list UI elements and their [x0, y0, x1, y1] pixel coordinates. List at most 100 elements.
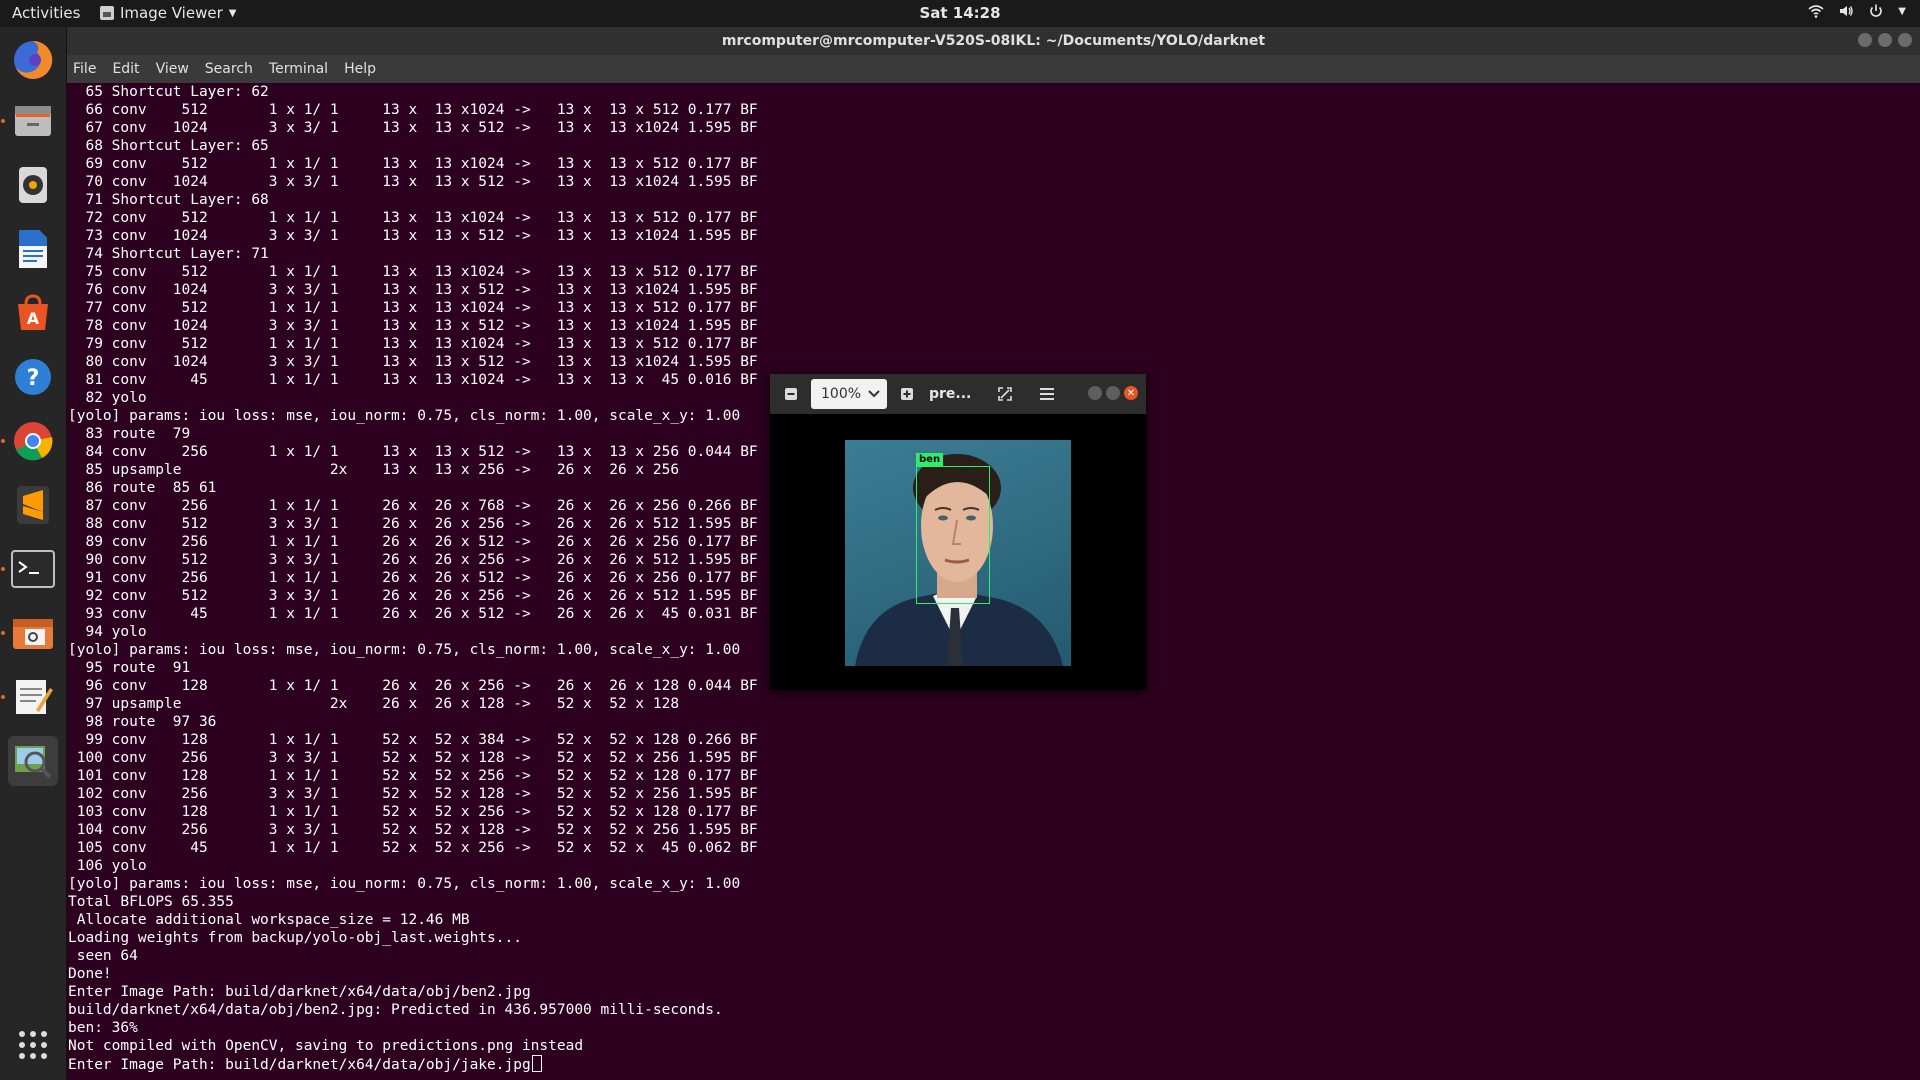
terminal-line: 99 conv 128 1 x 1/ 1 52 x 52 x 384 -> 52…	[68, 731, 1920, 749]
terminal-line-text: Done!	[68, 966, 112, 982]
zoom-out-button[interactable]	[779, 382, 803, 406]
dock-firefox[interactable]	[8, 35, 58, 85]
terminal-line: Enter Image Path: build/darknet/x64/data…	[68, 1055, 1920, 1073]
dock-software[interactable]: A	[8, 288, 58, 338]
terminal-line: 104 conv 256 3 x 3/ 1 52 x 52 x 128 -> 5…	[68, 821, 1920, 839]
terminal-line-text: 66 conv 512 1 x 1/ 1 13 x 13 x1024 -> 13…	[68, 102, 758, 118]
dock-archive[interactable]	[1, 608, 58, 658]
terminal-line: Total BFLOPS 65.355	[68, 893, 1920, 911]
fullscreen-button[interactable]	[993, 382, 1017, 406]
terminal-line: 103 conv 128 1 x 1/ 1 52 x 52 x 256 -> 5…	[68, 803, 1920, 821]
menu-terminal[interactable]: Terminal	[269, 55, 328, 83]
dropdown-arrow-icon: ▼	[228, 7, 237, 19]
terminal-line: 105 conv 45 1 x 1/ 1 52 x 52 x 256 -> 52…	[68, 839, 1920, 857]
terminal-line-text: 76 conv 1024 3 x 3/ 1 13 x 13 x 512 -> 1…	[68, 282, 758, 298]
terminal-titlebar[interactable]: mrcomputer@mrcomputer-V520S-08IKL: ~/Doc…	[67, 27, 1920, 55]
wifi-icon	[1808, 5, 1824, 18]
viewer-window-controls: ✕	[1088, 386, 1138, 400]
terminal-line-text: 93 conv 45 1 x 1/ 1 26 x 26 x 512 -> 26 …	[68, 606, 758, 622]
zoom-select[interactable]: 100%	[811, 379, 887, 409]
dock-help[interactable]: ?	[8, 352, 58, 402]
terminal-line-text: build/darknet/x64/data/obj/ben2.jpg: Pre…	[68, 1002, 723, 1018]
menu-help[interactable]: Help	[344, 55, 376, 83]
activities-button[interactable]: Activities	[12, 4, 80, 22]
terminal-line-text: Enter Image Path: build/darknet/x64/data…	[68, 984, 531, 1000]
terminal-line: build/darknet/x64/data/obj/ben2.jpg: Pre…	[68, 1001, 1920, 1019]
terminal-line-text: ben: 36%	[68, 1020, 138, 1036]
viewer-minimize-button[interactable]	[1088, 386, 1102, 400]
dock-sublime[interactable]	[8, 480, 58, 530]
terminal-line: 67 conv 1024 3 x 3/ 1 13 x 13 x 512 -> 1…	[68, 119, 1920, 137]
dock-terminal[interactable]	[1, 544, 58, 594]
dock-writer[interactable]	[8, 224, 58, 274]
clock[interactable]: Sat 14:28	[919, 4, 1000, 22]
maximize-button[interactable]	[1878, 33, 1892, 47]
prediction-image: ben	[845, 440, 1071, 666]
running-indicator	[1, 119, 5, 123]
minimize-button[interactable]	[1858, 33, 1872, 47]
volume-icon	[1840, 6, 1853, 16]
software-icon: A	[18, 294, 48, 330]
app-grid-icon	[19, 1031, 47, 1059]
viewer-maximize-button[interactable]	[1106, 386, 1120, 400]
app-menu-label: Image Viewer	[120, 4, 223, 22]
terminal-line: 97 upsample 2x 26 x 26 x 128 -> 52 x 52 …	[68, 695, 1920, 713]
menu-button[interactable]	[1035, 382, 1059, 406]
zoom-out-icon	[785, 388, 797, 400]
terminal-line-text: seen 64	[68, 948, 138, 964]
app-menu[interactable]: Image Viewer ▼	[100, 4, 236, 22]
terminal-line: 101 conv 128 1 x 1/ 1 52 x 52 x 256 -> 5…	[68, 767, 1920, 785]
terminal-line-text: 86 route 85 61	[68, 480, 217, 496]
terminal-line: 71 Shortcut Layer: 68	[68, 191, 1920, 209]
terminal-line-text: 72 conv 512 1 x 1/ 1 13 x 13 x1024 -> 13…	[68, 210, 758, 226]
dock-files[interactable]	[1, 96, 58, 146]
svg-text:A: A	[27, 309, 40, 328]
terminal-line-text: 80 conv 1024 3 x 3/ 1 13 x 13 x 512 -> 1…	[68, 354, 758, 370]
terminal-line-text: 74 Shortcut Layer: 71	[68, 246, 269, 262]
terminal-title: mrcomputer@mrcomputer-V520S-08IKL: ~/Doc…	[721, 33, 1266, 49]
terminal-line: seen 64	[68, 947, 1920, 965]
terminal-line-text: [yolo] params: iou loss: mse, iou_norm: …	[68, 642, 741, 658]
terminal-line: 77 conv 512 1 x 1/ 1 13 x 13 x1024 -> 13…	[68, 299, 1920, 317]
close-button[interactable]	[1898, 33, 1912, 47]
hamburger-icon	[1040, 388, 1055, 400]
zoom-value: 100%	[821, 386, 862, 402]
menu-search[interactable]: Search	[205, 55, 253, 83]
terminal-line-text: 82 yolo	[68, 390, 147, 406]
dock-image-viewer[interactable]	[8, 736, 58, 786]
svg-text:?: ?	[27, 366, 40, 391]
dock-show-applications[interactable]	[8, 1020, 58, 1070]
dock-rhythmbox[interactable]	[8, 160, 58, 210]
terminal-line: 73 conv 1024 3 x 3/ 1 13 x 13 x 512 -> 1…	[68, 227, 1920, 245]
menu-view[interactable]: View	[156, 55, 189, 83]
viewer-headerbar[interactable]: 100% pre... ✕	[770, 374, 1146, 414]
terminal-line-text: 106 yolo	[68, 858, 147, 874]
zoom-in-button[interactable]	[895, 382, 919, 406]
window-controls	[1858, 33, 1912, 47]
menu-file[interactable]: File	[73, 55, 96, 83]
help-icon: ?	[15, 359, 51, 395]
terminal-line: Enter Image Path: build/darknet/x64/data…	[68, 983, 1920, 1001]
terminal-line-text: 78 conv 1024 3 x 3/ 1 13 x 13 x 512 -> 1…	[68, 318, 758, 334]
menu-edit[interactable]: Edit	[112, 55, 139, 83]
terminal-line: 80 conv 1024 3 x 3/ 1 13 x 13 x 512 -> 1…	[68, 353, 1920, 371]
terminal-line-text: 95 route 91	[68, 660, 191, 676]
dock-text-editor[interactable]	[1, 672, 58, 722]
tray-arrow-icon: ▼	[1898, 5, 1906, 17]
files-icon	[15, 106, 51, 136]
terminal-line-text: 79 conv 512 1 x 1/ 1 13 x 13 x1024 -> 13…	[68, 336, 758, 352]
viewer-close-button[interactable]: ✕	[1124, 386, 1138, 400]
terminal-line-text: 99 conv 128 1 x 1/ 1 52 x 52 x 384 -> 52…	[68, 732, 758, 748]
terminal-line-text: [yolo] params: iou loss: mse, iou_norm: …	[68, 408, 741, 424]
system-tray[interactable]: ▼	[1808, 3, 1906, 19]
firefox-icon	[14, 40, 53, 79]
writer-icon	[19, 230, 47, 268]
image-viewer-window[interactable]: 100% pre... ✕ ben	[770, 374, 1146, 690]
terminal-line: Done!	[68, 965, 1920, 983]
terminal-line-text: 68 Shortcut Layer: 65	[68, 138, 269, 154]
running-indicator	[1, 567, 5, 571]
text-editor-icon	[16, 680, 53, 714]
terminal-line-text: Total BFLOPS 65.355	[68, 894, 234, 910]
dock-chrome[interactable]	[1, 416, 58, 466]
dock: A ?	[0, 27, 67, 1080]
